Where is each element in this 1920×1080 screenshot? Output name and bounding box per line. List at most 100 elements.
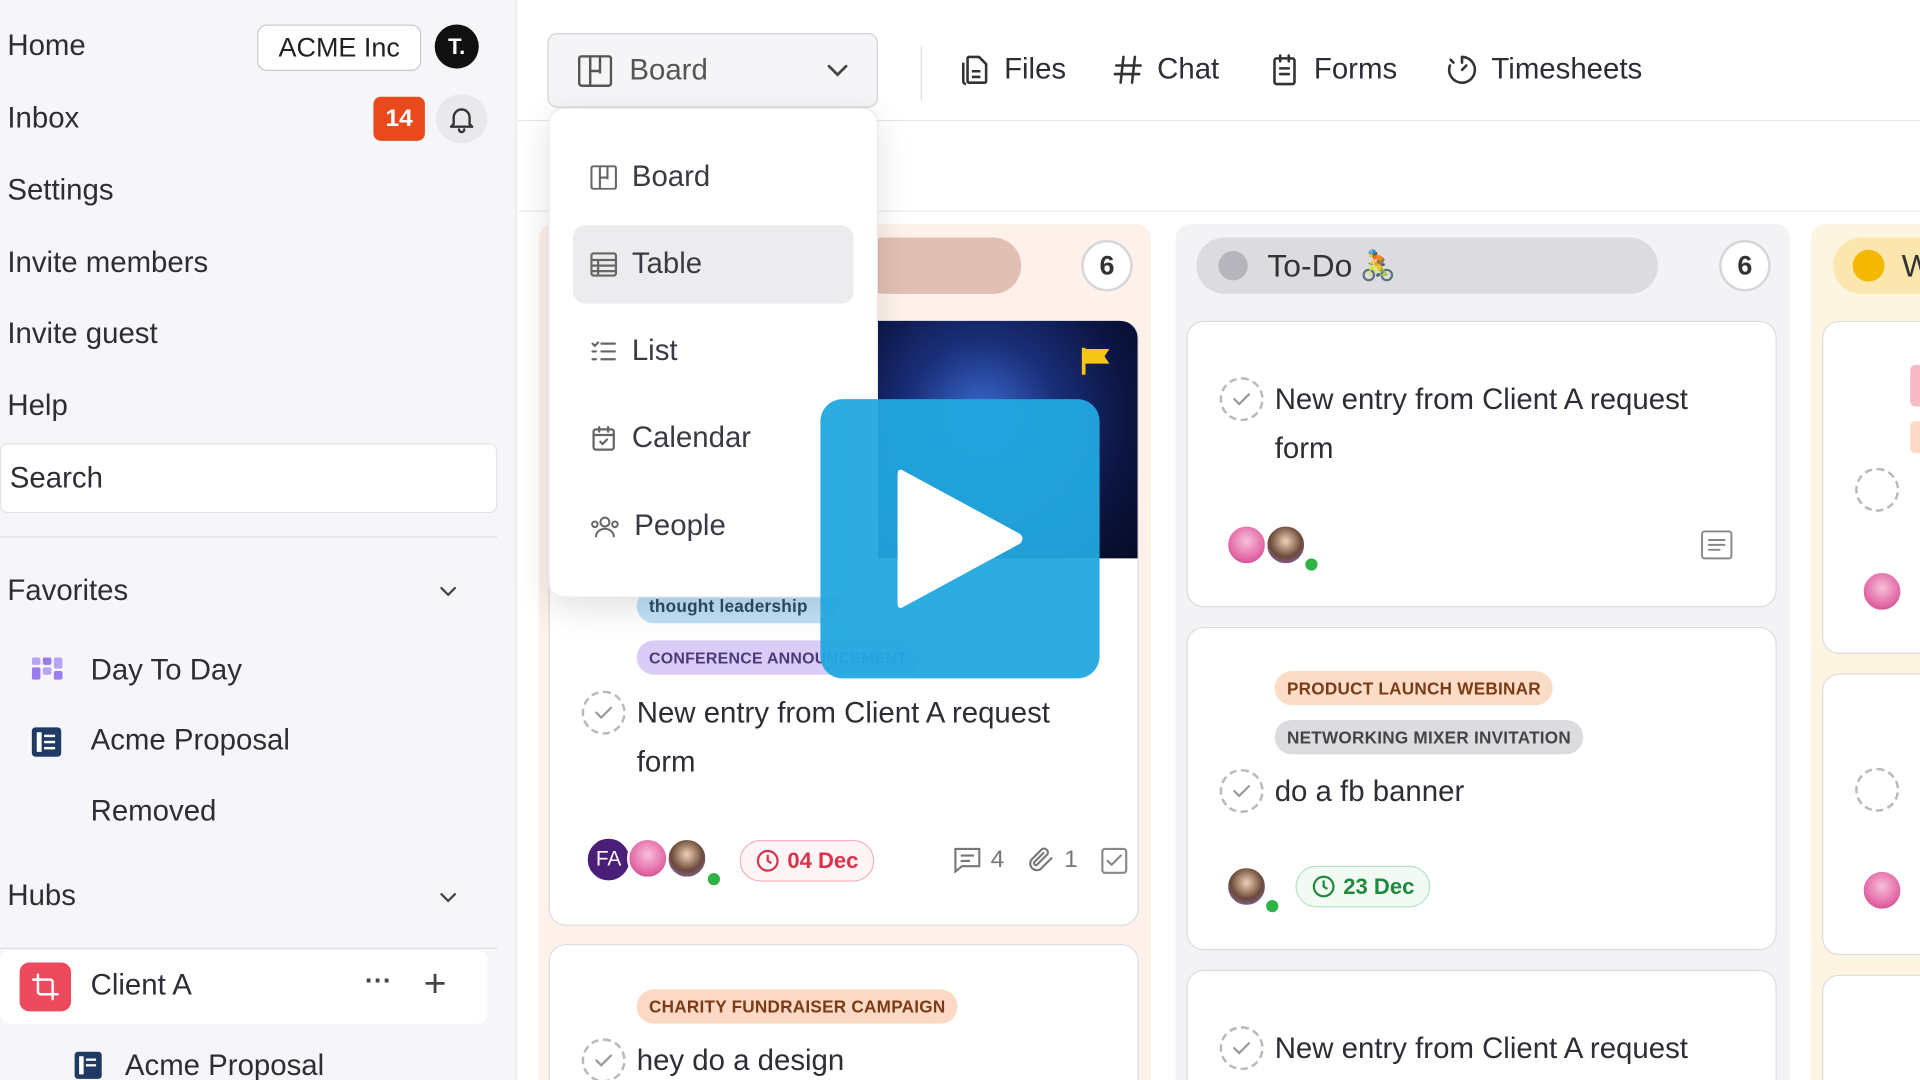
comments-count-text: 4	[990, 845, 1005, 873]
favorite-item-removed[interactable]: Removed	[91, 795, 217, 829]
nav-home[interactable]: Home	[7, 29, 85, 63]
complete-task-checkbox[interactable]	[1219, 768, 1264, 814]
checklist-icon[interactable]	[1098, 845, 1130, 877]
favorites-title: Favorites	[7, 574, 129, 608]
complete-task-checkbox[interactable]	[581, 1038, 626, 1080]
due-date-text: 23 Dec	[1343, 873, 1415, 899]
tab-chat[interactable]: Chat	[1111, 52, 1220, 87]
clock-icon	[756, 849, 779, 872]
task-title[interactable]: hey do a design	[637, 1037, 1115, 1080]
hubs-collapse-chevron-icon[interactable]	[435, 884, 462, 911]
favorites-collapse-chevron-icon[interactable]	[435, 578, 462, 605]
nav-settings[interactable]: Settings	[7, 174, 113, 208]
tab-files[interactable]: Files	[958, 52, 1067, 87]
tab-files-label: Files	[1004, 52, 1067, 86]
view-option-people[interactable]: People	[573, 487, 853, 565]
view-selector-label: Board	[629, 53, 708, 87]
check-icon	[1233, 785, 1251, 798]
check-icon	[1233, 1042, 1251, 1055]
crop-icon	[31, 973, 59, 1001]
view-option-board[interactable]: Board	[573, 138, 853, 216]
table-icon	[590, 252, 618, 277]
tab-chat-label: Chat	[1157, 52, 1220, 86]
video-play-button[interactable]	[820, 399, 1100, 679]
complete-task-checkbox[interactable]	[1219, 1026, 1264, 1071]
attachments-count[interactable]: 1	[1025, 844, 1078, 876]
view-selector[interactable]: Board	[547, 33, 878, 108]
search-input[interactable]: Search	[0, 443, 498, 514]
check-icon	[1233, 393, 1251, 406]
column-2-header-pill[interactable]: To-Do 🚴	[1196, 237, 1658, 294]
assignee-avatar[interactable]	[1225, 524, 1268, 566]
nav-invite-guest[interactable]: Invite guest	[7, 317, 157, 351]
hub-row-client-a[interactable]	[0, 950, 488, 1024]
toolbar-separator	[920, 46, 923, 101]
online-status-dot	[1302, 555, 1321, 574]
view-option-label: List	[631, 334, 678, 368]
assignee-avatar[interactable]	[1861, 869, 1903, 912]
assignee-avatar[interactable]	[626, 837, 669, 880]
bicycle-emoji-icon: 🚴	[1359, 249, 1397, 283]
task-title[interactable]: New entry from Client A request form	[637, 689, 1115, 787]
chevron-down-icon	[827, 64, 848, 77]
hubs-divider	[0, 947, 498, 949]
hub-add-button[interactable]: +	[424, 961, 447, 1006]
column-3-header-pill[interactable]: W	[1833, 237, 1920, 294]
tab-forms[interactable]: Forms	[1267, 53, 1397, 87]
view-option-list[interactable]: List	[573, 312, 853, 390]
assignee-avatar[interactable]	[1225, 865, 1268, 908]
clock-icon	[1312, 875, 1335, 898]
due-date-pill[interactable]: 23 Dec	[1295, 865, 1431, 908]
org-switcher-button[interactable]: ACME Inc	[257, 24, 422, 72]
user-avatar[interactable]: T.	[434, 24, 479, 69]
bell-icon	[449, 108, 474, 134]
assignee-avatar-initials[interactable]: FA	[585, 836, 632, 883]
check-icon	[595, 1054, 613, 1067]
play-icon	[897, 469, 1023, 608]
online-status-dot	[705, 870, 723, 888]
nav-help[interactable]: Help	[7, 389, 67, 423]
complete-task-checkbox[interactable]	[1219, 377, 1264, 422]
task-title[interactable]: do a fb banner	[1275, 768, 1753, 817]
assignee-avatar[interactable]	[666, 837, 708, 880]
complete-task-checkbox[interactable]	[1855, 767, 1900, 812]
complete-task-checkbox[interactable]	[581, 690, 626, 735]
view-option-table[interactable]: Table	[573, 225, 854, 304]
view-option-calendar[interactable]: Calendar	[573, 399, 853, 477]
board-icon	[577, 54, 613, 87]
sidebar	[0, 0, 517, 1080]
complete-task-checkbox[interactable]	[1855, 467, 1900, 512]
nav-invite-members[interactable]: Invite members	[7, 246, 208, 280]
forms-icon	[1273, 54, 1296, 86]
tag-networking-mixer-invitation: NETWORKING MIXER INVITATION	[1274, 720, 1584, 755]
due-date-pill[interactable]: 04 Dec	[739, 840, 875, 882]
list-icon	[591, 341, 616, 361]
column-1-header-pill[interactable]	[857, 237, 1022, 294]
task-card[interactable]	[1822, 673, 1920, 956]
task-title[interactable]: New entry from Client A request	[1275, 1025, 1765, 1074]
comment-icon	[954, 847, 981, 874]
column-status-dot	[1852, 249, 1885, 282]
tab-timesheets[interactable]: Timesheets	[1445, 53, 1642, 87]
notifications-button[interactable]	[435, 94, 488, 144]
hub-child-acme-proposal[interactable]: Acme Proposal	[125, 1049, 324, 1080]
hub-more-button[interactable]: ···	[365, 965, 392, 997]
favorite-item-acme-proposal[interactable]: Acme Proposal	[91, 724, 290, 758]
task-title[interactable]: New entry from Client A request form	[1275, 376, 1753, 474]
sidebar-divider	[0, 536, 498, 538]
view-option-label: People	[634, 509, 726, 543]
column-2-count: 6	[1719, 240, 1771, 292]
hub-name[interactable]: Client A	[91, 969, 192, 1003]
task-card[interactable]	[1822, 974, 1920, 1080]
board-grid-icon	[31, 657, 64, 685]
files-icon	[961, 55, 988, 86]
online-status-dot	[1263, 897, 1281, 915]
assignee-avatar[interactable]	[1861, 570, 1903, 613]
nav-inbox[interactable]: Inbox	[7, 102, 79, 136]
tag-partial	[1910, 421, 1920, 454]
assignee-avatar[interactable]	[1264, 524, 1307, 566]
comments-count[interactable]: 4	[951, 844, 1004, 876]
column-status-dot	[1218, 251, 1248, 281]
view-option-label: Table	[631, 247, 703, 281]
favorite-item-day-to-day[interactable]: Day To Day	[91, 654, 242, 688]
